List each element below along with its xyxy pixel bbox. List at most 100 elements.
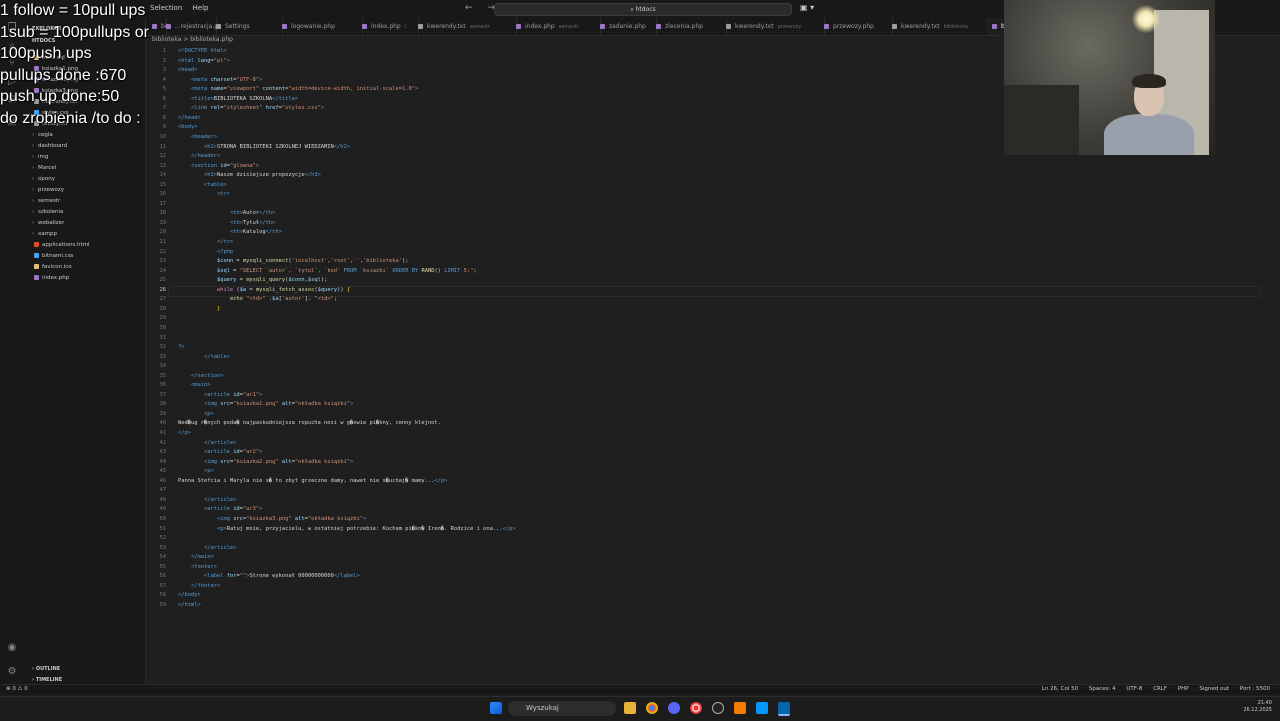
code-line[interactable]: 13 <section id="glowna"> [146,162,1246,172]
browser-icon[interactable] [690,702,702,714]
code-line[interactable]: 33 </table> [146,353,1246,363]
code-token: </article> [203,439,237,446]
vscode-icon[interactable] [778,702,790,716]
timeline-section[interactable]: › TIMELINE [32,677,62,683]
code-line[interactable]: 43 <article id="ar2"> [146,448,1246,458]
file-explorer-icon[interactable] [624,702,636,714]
tree-folder[interactable]: › dashboard [32,142,67,151]
code-line[interactable]: 36 <main> [146,381,1246,391]
code-line[interactable]: 18 <th>Autor</th> [146,209,1246,219]
code-line[interactable]: 25 $query = mysqli_query($conn,$sql); [146,276,1246,286]
layout-controls[interactable]: ▣ ▾ [800,3,814,12]
code-line[interactable]: 48 </article> [146,496,1246,506]
code-line[interactable]: 23 $conn = mysqli_connect('localhost','r… [146,257,1246,267]
code-line[interactable]: 29 [146,314,1246,324]
code-line[interactable]: 20 <th>Katalog</th> [146,228,1246,238]
tree-folder[interactable]: › opony [32,175,55,184]
tree-folder[interactable]: › cegla [32,131,53,140]
code-line[interactable]: 34 [146,362,1246,372]
code-line[interactable]: 21 </tr> [146,238,1246,248]
code-line[interactable]: 27 echo "<td>" .$a['autor']. "<td>"; [146,295,1246,305]
code-line[interactable]: 49 <article id="ar3"> [146,505,1246,515]
code-line[interactable]: 37 <article id="ar1"> [146,391,1246,401]
live-server-port[interactable]: Port : 5500 [1240,686,1270,692]
command-search-box[interactable]: ⌕ htdocs [494,3,792,16]
editor-tab[interactable]: zlecenia.php [650,18,727,35]
code-line[interactable]: 15 <table> [146,181,1246,191]
indentation[interactable]: Spaces: 4 [1089,686,1116,692]
code-line[interactable]: 31 [146,334,1246,344]
tree-folder[interactable]: › semestr [32,197,60,206]
tree-file[interactable]: index.php [34,274,69,283]
code-line[interactable]: 56 <label for="">Strone wykonał 00000000… [146,572,1246,582]
tree-folder[interactable]: › img [32,153,48,162]
tree-folder[interactable]: › webalizer [32,219,64,228]
code-line[interactable]: 45 <p> [146,467,1246,477]
editor-tab[interactable]: index.php semestr [510,18,601,35]
code-line[interactable]: 24 $sql = "SELECT `autor`, `tytul`, `kod… [146,267,1246,277]
code-line[interactable]: 30 [146,324,1246,334]
tree-file[interactable]: applications.html [34,241,89,250]
code-text: <p>Ratuj mnie, przyjacielu, w ostatniej … [178,525,516,535]
editor-tab[interactable]: Settings [210,18,283,35]
editor-tab[interactable]: kwerendy.txt semestr [412,18,517,35]
tree-folder[interactable]: › Marcel [32,164,56,173]
code-line[interactable]: 40 Wed�ug r�nych poda� najpaskudniejsza r… [146,419,1246,429]
code-line[interactable]: 47 [146,486,1246,496]
tree-folder[interactable]: › szkolenia [32,208,63,217]
chrome-icon[interactable] [646,702,658,714]
settings-gear-icon[interactable]: ⚙ [6,666,18,678]
code-line[interactable]: 46 Panna Stefcia i Maryla nie s� to zbyt … [146,477,1246,487]
cursor-position[interactable]: Ln 26, Col 50 [1042,686,1078,692]
obs-icon[interactable] [712,702,724,714]
editor-tab[interactable]: index.php \ [356,18,419,35]
outline-section[interactable]: › OUTLINE [32,666,60,672]
code-line[interactable]: 52 [146,534,1246,544]
system-tray[interactable]: 21:40 26.12.2025 [1243,700,1272,714]
language-mode[interactable]: PHP [1178,686,1189,692]
code-line[interactable]: 44 <img src="ksiazka2.png" alt="okładka … [146,458,1246,468]
tree-file[interactable]: bitnami.css [34,252,73,261]
tree-folder[interactable]: › xampp [32,230,57,239]
app-icon[interactable] [756,702,768,714]
account-icon[interactable]: ◉ [6,642,18,654]
code-line[interactable]: 38 <img src="ksiazka1.png" alt="okładka … [146,400,1246,410]
code-line[interactable]: 26 while ($a = mysqli_fetch_assoc($query… [146,286,1246,296]
code-line[interactable]: 32 ?> [146,343,1246,353]
code-line[interactable]: 50 <img src="ksiazka3.png" alt="okładka … [146,515,1246,525]
encoding[interactable]: UTF-8 [1126,686,1142,692]
line-ending[interactable]: CRLF [1153,686,1167,692]
discord-icon[interactable] [668,702,680,714]
code-line[interactable]: 58 </body> [146,591,1246,601]
code-line[interactable]: 16 <tr> [146,190,1246,200]
code-line[interactable]: 53 </article> [146,544,1246,554]
tree-folder[interactable]: › przewozy [32,186,64,195]
code-token: for [226,573,237,580]
editor-tab[interactable]: kwerendy.txt przewozy [720,18,825,35]
editor-tab[interactable]: przewozy.php [818,18,893,35]
editor-tab[interactable]: logowanie.php [276,18,363,35]
problems-indicator[interactable]: ⊗ 0 ⚠ 0 [6,686,28,692]
code-line[interactable]: 28 } [146,305,1246,315]
code-line[interactable]: 19 <th>Tytuł</th> [146,219,1246,229]
code-line[interactable]: 22 <?php [146,248,1246,258]
xampp-icon[interactable] [734,702,746,714]
account-status[interactable]: Signed out [1199,686,1229,692]
code-line[interactable]: 39 <p> [146,410,1246,420]
start-button-icon[interactable] [490,702,502,714]
code-line[interactable]: 55 <footer> [146,563,1246,573]
code-line[interactable]: 54 </main> [146,553,1246,563]
code-line[interactable]: 14 <h3>Nasze dzisiejsze propozycje</h3> [146,171,1246,181]
code-line[interactable]: 35 </section> [146,372,1246,382]
code-line[interactable]: 51 <p>Ratuj mnie, przyjacielu, w ostatni… [146,525,1246,535]
taskbar-search[interactable]: Wyszukaj [508,701,616,716]
editor-tab[interactable]: kwerendy.txt biblioteka [886,18,993,35]
code-line[interactable]: 59 </html> [146,601,1246,611]
code-line[interactable]: 41 </p> [146,429,1246,439]
code-line[interactable]: 42 </article> [146,439,1246,449]
tree-file[interactable]: favicon.ico [34,263,72,272]
editor-tab[interactable]: zadanie.php [594,18,657,35]
back-arrow-icon[interactable]: ← [465,3,473,13]
code-line[interactable]: 17 [146,200,1246,210]
code-line[interactable]: 57 </footer> [146,582,1246,592]
